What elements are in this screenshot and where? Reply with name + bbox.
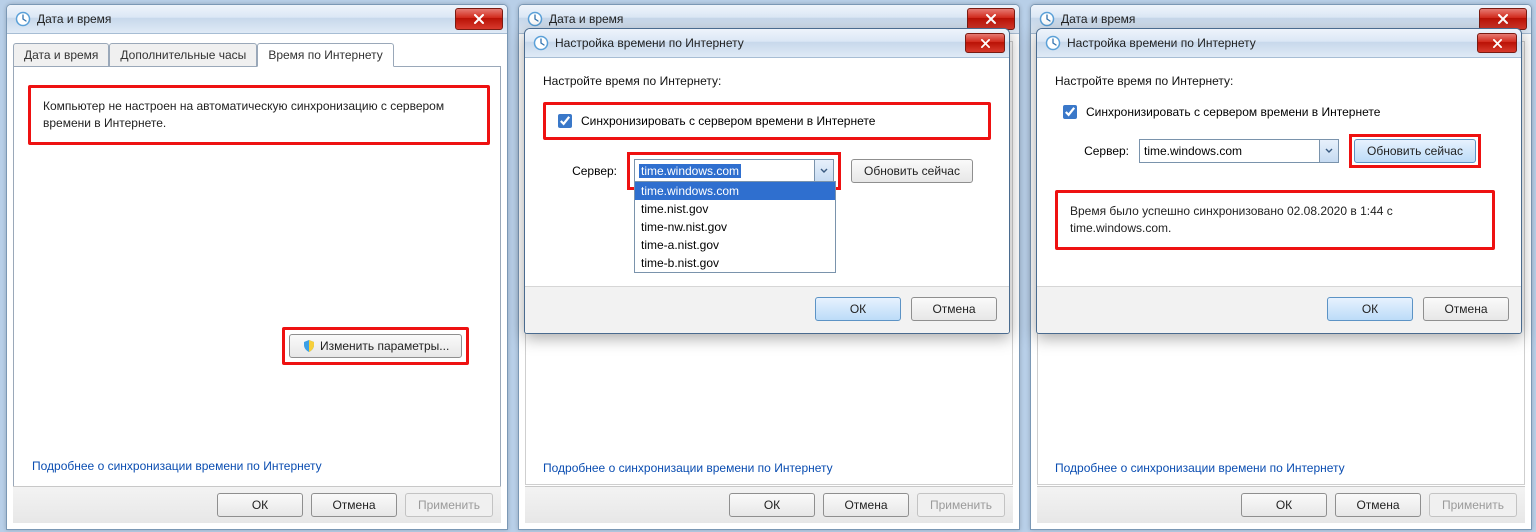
not-configured-message: Компьютер не настроен на автоматическую … [28,85,490,145]
server-selected-value: time.windows.com [1144,144,1242,158]
window-titlebar: Дата и время [7,5,507,34]
panel-3: Дата и время Подробнее о синхронизации в… [1024,0,1536,532]
tab-additional-clocks[interactable]: Дополнительные часы [109,43,257,67]
server-option[interactable]: time-a.nist.gov [635,236,835,254]
server-combo-highlight: time.windows.com time.windows.com time.n… [627,152,841,190]
dialog-button-row: ОК Отмена [525,286,1009,333]
clock-icon [533,35,549,51]
dialog-ok-button[interactable]: ОК [1327,297,1413,321]
uac-shield-icon [302,339,316,353]
window-title: Дата и время [37,12,455,26]
sync-checkbox-highlight: Синхронизировать с сервером времени в Ин… [543,102,991,140]
dialog-cancel-button[interactable]: Отмена [911,297,997,321]
window-title: Дата и время [1061,12,1479,26]
datetime-window: Дата и время Дата и время Дополнительные… [6,4,508,530]
server-combobox[interactable]: time.windows.com time.windows.com time.n… [634,159,834,183]
panel-1: Дата и время Дата и время Дополнительные… [0,0,512,532]
internet-time-settings-dialog: Настройка времени по Интернету Настройте… [1036,28,1522,334]
clock-icon [1045,35,1061,51]
server-selected-value: time.windows.com [639,164,741,178]
dialog-titlebar: Настройка времени по Интернету [1037,29,1521,58]
server-label: Сервер: [561,164,617,178]
clock-icon [1039,11,1055,27]
change-settings-button[interactable]: Изменить параметры... [289,334,462,358]
dialog-titlebar: Настройка времени по Интернету [525,29,1009,58]
tab-date-time[interactable]: Дата и время [13,43,109,67]
server-row: Сервер: time.windows.com Обновить сейчас [1073,134,1503,168]
dialog-button-row: ОК Отмена [1037,286,1521,333]
server-combobox[interactable]: time.windows.com [1139,139,1339,163]
update-now-button[interactable]: Обновить сейчас [1354,139,1476,163]
sync-success-message: Время было успешно синхронизовано 02.08.… [1055,190,1495,250]
learn-more-link[interactable]: Подробнее о синхронизации времени по Инт… [1055,461,1345,475]
close-button[interactable] [967,8,1015,30]
server-option[interactable]: time.windows.com [635,182,835,200]
server-option[interactable]: time-nw.nist.gov [635,218,835,236]
dialog-instruction: Настройте время по Интернету: [1055,74,1503,88]
close-button[interactable] [1479,8,1527,30]
apply-button: Применить [1429,493,1517,517]
server-option[interactable]: time-b.nist.gov [635,254,835,272]
cancel-button[interactable]: Отмена [1335,493,1421,517]
window-title: Дата и время [549,12,967,26]
change-settings-label: Изменить параметры... [320,339,449,353]
server-option[interactable]: time.nist.gov [635,200,835,218]
server-label: Сервер: [1073,144,1129,158]
learn-more-link[interactable]: Подробнее о синхронизации времени по Инт… [543,461,833,475]
learn-more-link[interactable]: Подробнее о синхронизации времени по Инт… [32,459,322,473]
dialog-cancel-button[interactable]: Отмена [1423,297,1509,321]
ok-button[interactable]: ОК [729,493,815,517]
server-dropdown-list: time.windows.com time.nist.gov time-nw.n… [634,181,836,273]
window-button-row: ОК Отмена Применить [1037,486,1525,523]
cancel-button[interactable]: Отмена [823,493,909,517]
highlight-change-btn: Изменить параметры... [282,327,469,365]
window-button-row: ОК Отмена Применить [525,486,1013,523]
cancel-button[interactable]: Отмена [311,493,397,517]
dialog-ok-button[interactable]: ОК [815,297,901,321]
internet-time-settings-dialog: Настройка времени по Интернету Настройте… [524,28,1010,334]
tab-internet-time[interactable]: Время по Интернету [257,43,393,67]
server-combo-box[interactable]: time.windows.com [1139,139,1339,163]
apply-button: Применить [405,493,493,517]
sync-checkbox-label: Синхронизировать с сервером времени в Ин… [581,114,875,128]
ok-button[interactable]: ОК [1241,493,1327,517]
dialog-instruction: Настройте время по Интернету: [543,74,991,88]
ok-button[interactable]: ОК [217,493,303,517]
server-row: Сервер: time.windows.com time.windows.co… [561,152,991,190]
clock-icon [527,11,543,27]
server-combo-box[interactable]: time.windows.com [634,159,834,183]
close-button[interactable] [455,8,503,30]
sync-checkbox-row: Синхронизировать с сервером времени в Ин… [1055,102,1503,122]
dialog-close-button[interactable] [965,33,1005,53]
window-button-row: ОК Отмена Применить [13,486,501,523]
chevron-down-icon[interactable] [1319,140,1338,162]
update-now-button[interactable]: Обновить сейчас [851,159,973,183]
tabstrip: Дата и время Дополнительные часы Время п… [13,42,507,66]
chevron-down-icon[interactable] [814,160,833,182]
apply-button: Применить [917,493,1005,517]
tab-panel: Компьютер не настроен на автоматическую … [13,66,501,488]
clock-icon [15,11,31,27]
sync-checkbox[interactable] [1063,105,1077,119]
dialog-title: Настройка времени по Интернету [1067,36,1477,50]
update-now-highlight: Обновить сейчас [1349,134,1481,168]
sync-checkbox-label: Синхронизировать с сервером времени в Ин… [1086,105,1380,119]
dialog-close-button[interactable] [1477,33,1517,53]
sync-checkbox[interactable] [558,114,572,128]
panel-2: Дата и время Подробнее о синхронизации в… [512,0,1024,532]
dialog-title: Настройка времени по Интернету [555,36,965,50]
